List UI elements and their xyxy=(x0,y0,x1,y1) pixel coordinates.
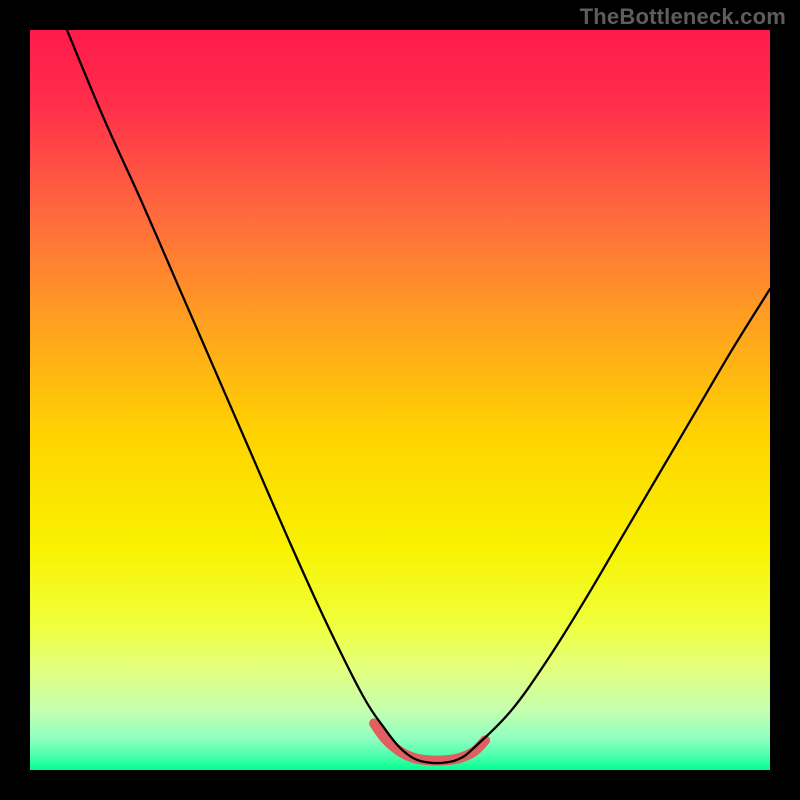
gradient-background xyxy=(30,30,770,770)
chart-svg xyxy=(30,30,770,770)
watermark-text: TheBottleneck.com xyxy=(580,4,786,30)
plot-area xyxy=(30,30,770,770)
chart-frame: TheBottleneck.com xyxy=(0,0,800,800)
